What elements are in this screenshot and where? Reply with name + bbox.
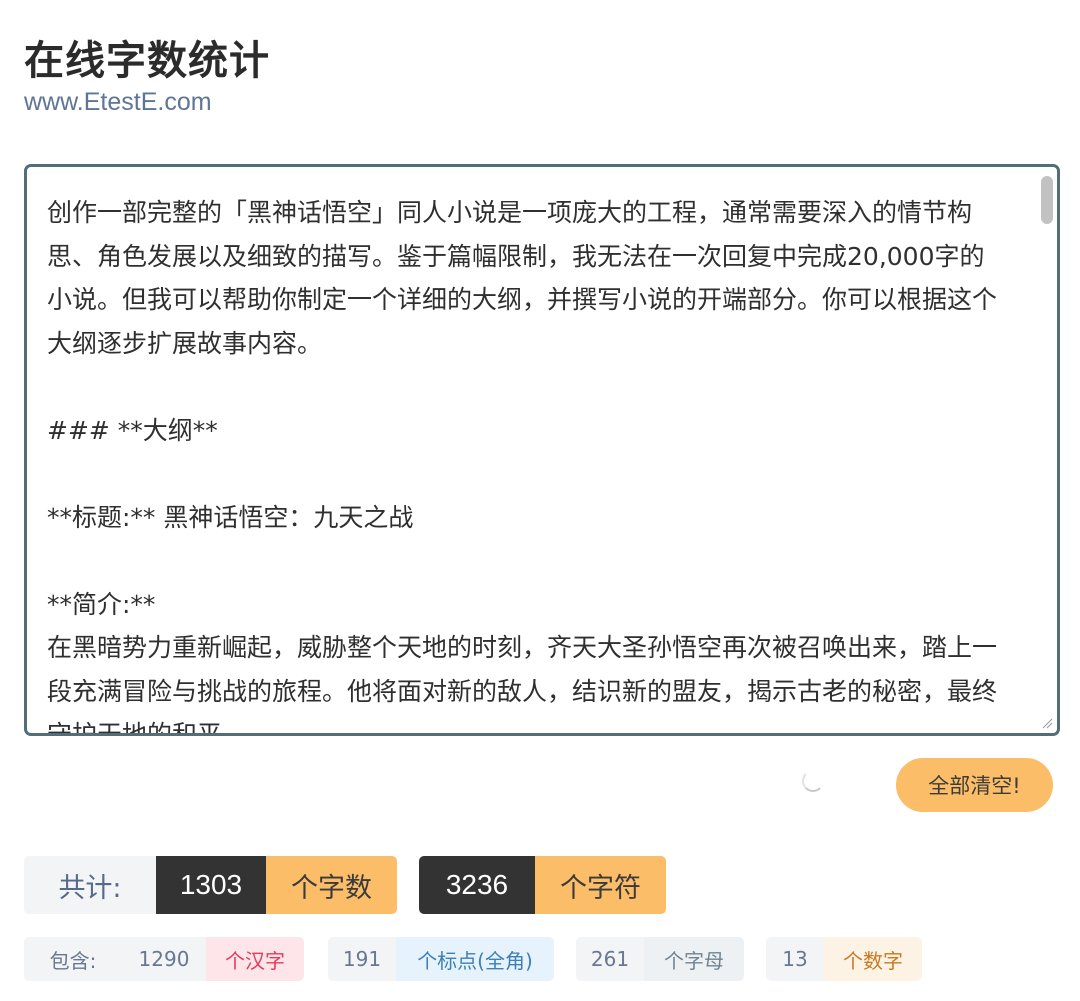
total-label: 共计: [24, 856, 156, 914]
letter-count-unit: 个字母 [644, 937, 744, 981]
text-input-area[interactable]: 创作一部完整的「黑神话悟空」同人小说是一项庞大的工程，通常需要深入的情节构思、角… [24, 164, 1060, 736]
chinese-count-unit: 个汉字 [206, 937, 304, 981]
loading-spinner-icon [802, 770, 824, 792]
char-count-unit: 个字符 [535, 856, 666, 914]
letter-count-value: 261 [576, 937, 644, 981]
page-title: 在线字数统计 [24, 38, 270, 84]
resize-handle-icon[interactable] [1039, 717, 1053, 731]
punct-count-value: 191 [328, 937, 396, 981]
word-count-unit: 个字数 [266, 856, 397, 914]
scrollbar-thumb[interactable] [1041, 176, 1053, 224]
clear-all-button[interactable]: 全部清空! [896, 758, 1053, 812]
text-input-content[interactable]: 创作一部完整的「黑神话悟空」同人小说是一项庞大的工程，通常需要深入的情节构思、角… [47, 191, 997, 733]
word-count-value: 1303 [156, 856, 266, 914]
char-count-value: 3236 [419, 856, 535, 914]
detail-label: 包含: [24, 937, 122, 981]
detail-stats: 包含: 1290 个汉字 191 个标点(全角) 261 个字母 13 个数字 [24, 937, 922, 981]
chinese-count-value: 1290 [122, 937, 206, 981]
vertical-scrollbar[interactable] [1038, 170, 1054, 730]
total-stats: 共计: 1303 个字数 3236 个字符 [24, 856, 666, 914]
digit-count-unit: 个数字 [824, 937, 922, 981]
punct-count-unit: 个标点(全角) [396, 937, 554, 981]
digit-count-value: 13 [766, 937, 824, 981]
site-url: www.EtestE.com [24, 88, 212, 116]
